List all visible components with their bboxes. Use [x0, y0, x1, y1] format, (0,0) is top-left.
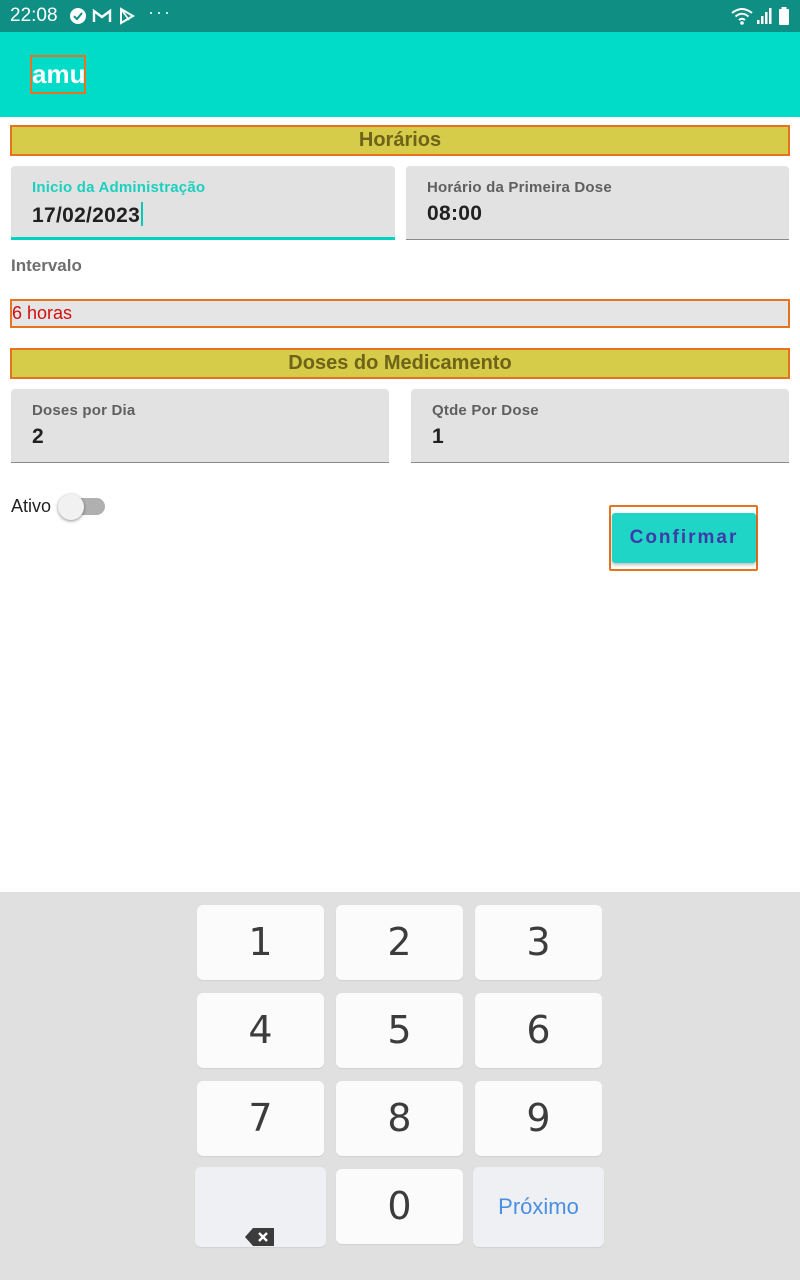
inicio-administracao-label: Inicio da Administração [32, 179, 206, 196]
key-7[interactable]: 7 [197, 1081, 324, 1156]
key-5[interactable]: 5 [336, 993, 463, 1068]
play-store-icon [118, 7, 136, 25]
key-8[interactable]: 8 [336, 1081, 463, 1156]
backspace-key[interactable] [195, 1167, 326, 1247]
key-0[interactable]: 0 [336, 1169, 463, 1244]
status-bar: 22:08 ··· [0, 0, 800, 32]
key-4[interactable]: 4 [197, 993, 324, 1068]
text-cursor [141, 202, 144, 226]
app-bar [0, 32, 800, 117]
intervalo-label: Intervalo [11, 256, 82, 275]
intervalo-select[interactable]: 6 horas [10, 299, 790, 328]
confirm-button[interactable]: Confirmar [612, 513, 756, 563]
primeira-dose-field[interactable]: Horário da Primeira Dose 08:00 [406, 166, 789, 240]
more-notifications-icon: ··· [148, 2, 172, 22]
next-key[interactable]: Próximo [473, 1167, 604, 1247]
app-title: amu [30, 55, 86, 94]
doses-por-dia-field[interactable]: Doses por Dia 2 [11, 389, 389, 463]
doses-por-dia-label: Doses por Dia [32, 402, 136, 419]
primeira-dose-value: 08:00 [427, 202, 483, 225]
qtde-por-dose-label: Qtde Por Dose [432, 402, 539, 419]
key-1[interactable]: 1 [197, 905, 324, 980]
gmail-icon [92, 7, 112, 25]
check-circle-icon [69, 7, 87, 25]
inicio-administracao-field[interactable]: Inicio da Administração 17/02/2023 [11, 166, 395, 240]
status-time: 22:08 [10, 5, 58, 26]
qtde-por-dose-field[interactable]: Qtde Por Dose 1 [411, 389, 789, 463]
doses-por-dia-value: 2 [32, 425, 44, 448]
primeira-dose-label: Horário da Primeira Dose [427, 179, 612, 196]
wifi-icon [731, 6, 753, 26]
ativo-label: Ativo [11, 496, 52, 516]
inicio-administracao-value-wrap: 17/02/2023 [32, 202, 144, 228]
doses-section-header: Doses do Medicamento [10, 348, 790, 379]
signal-icon [756, 6, 772, 26]
key-2[interactable]: 2 [336, 905, 463, 980]
horarios-section-header: Horários [10, 125, 790, 156]
key-6[interactable]: 6 [475, 993, 602, 1068]
qtde-por-dose-value: 1 [432, 425, 444, 448]
battery-icon [778, 6, 790, 26]
ativo-switch-thumb[interactable] [58, 494, 84, 520]
backspace-icon [244, 1197, 276, 1246]
key-3[interactable]: 3 [475, 905, 602, 980]
key-9[interactable]: 9 [475, 1081, 602, 1156]
inicio-administracao-value: 17/02/2023 [32, 204, 141, 227]
